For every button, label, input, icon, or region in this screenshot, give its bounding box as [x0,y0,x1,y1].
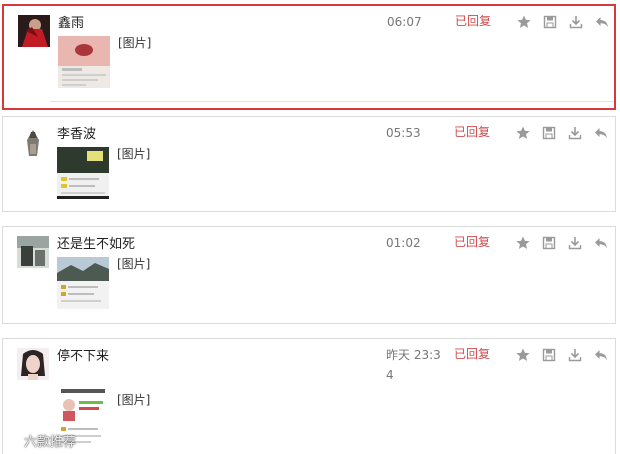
download-icon[interactable] [567,235,583,251]
reply-icon[interactable] [593,347,609,363]
message-card[interactable]: 还是生不如死 [图片] 01:02 已回复 [2,226,616,324]
message-card[interactable]: 停不下来 [图片] 昨天 23:34 已回复 [2,338,616,454]
avatar[interactable] [18,15,50,47]
message-time: 昨天 23:34 [386,348,441,382]
message-time: 05:53 [386,126,421,140]
message-card[interactable]: 鑫雨 [图片] 06:07 已回复 [2,4,616,110]
star-icon[interactable] [515,347,531,363]
watermark: 六款推荐 [4,431,76,450]
image-thumbnail[interactable] [57,257,109,309]
message-time: 01:02 [386,236,421,250]
message-actions [515,347,609,363]
watermark-logo-icon [4,433,20,448]
reply-icon[interactable] [593,235,609,251]
reply-status: 已回复 [455,14,492,28]
image-label: [图片] [117,147,151,161]
sender-name[interactable]: 停不下来 [57,345,109,364]
star-icon[interactable] [515,235,531,251]
star-icon[interactable] [515,125,531,141]
save-icon[interactable] [541,347,557,363]
reply-status: 已回复 [454,235,491,249]
image-thumbnail[interactable] [58,36,110,88]
reply-icon[interactable] [594,14,610,30]
image-label: [图片] [117,257,151,271]
avatar[interactable] [17,348,49,380]
star-icon[interactable] [516,14,532,30]
download-icon[interactable] [568,14,584,30]
image-label: [图片] [117,393,151,407]
message-actions [515,125,609,141]
avatar[interactable] [17,126,49,158]
avatar[interactable] [17,236,49,268]
image-thumbnail[interactable] [57,147,109,199]
save-icon[interactable] [541,125,557,141]
reply-status: 已回复 [454,125,491,139]
reply-icon[interactable] [593,125,609,141]
save-icon[interactable] [542,14,558,30]
sender-name[interactable]: 还是生不如死 [57,233,135,252]
message-actions [516,14,610,30]
download-icon[interactable] [567,347,583,363]
reply-status: 已回复 [454,347,491,361]
sender-name[interactable]: 李香波 [57,123,96,142]
divider [50,101,614,102]
download-icon[interactable] [567,125,583,141]
watermark-text: 六款推荐 [24,435,77,450]
message-actions [515,235,609,251]
image-label: [图片] [118,36,152,50]
sender-name[interactable]: 鑫雨 [58,12,84,31]
save-icon[interactable] [541,235,557,251]
message-time: 06:07 [387,15,422,29]
message-card[interactable]: 李香波 [图片] 05:53 已回复 [2,116,616,212]
